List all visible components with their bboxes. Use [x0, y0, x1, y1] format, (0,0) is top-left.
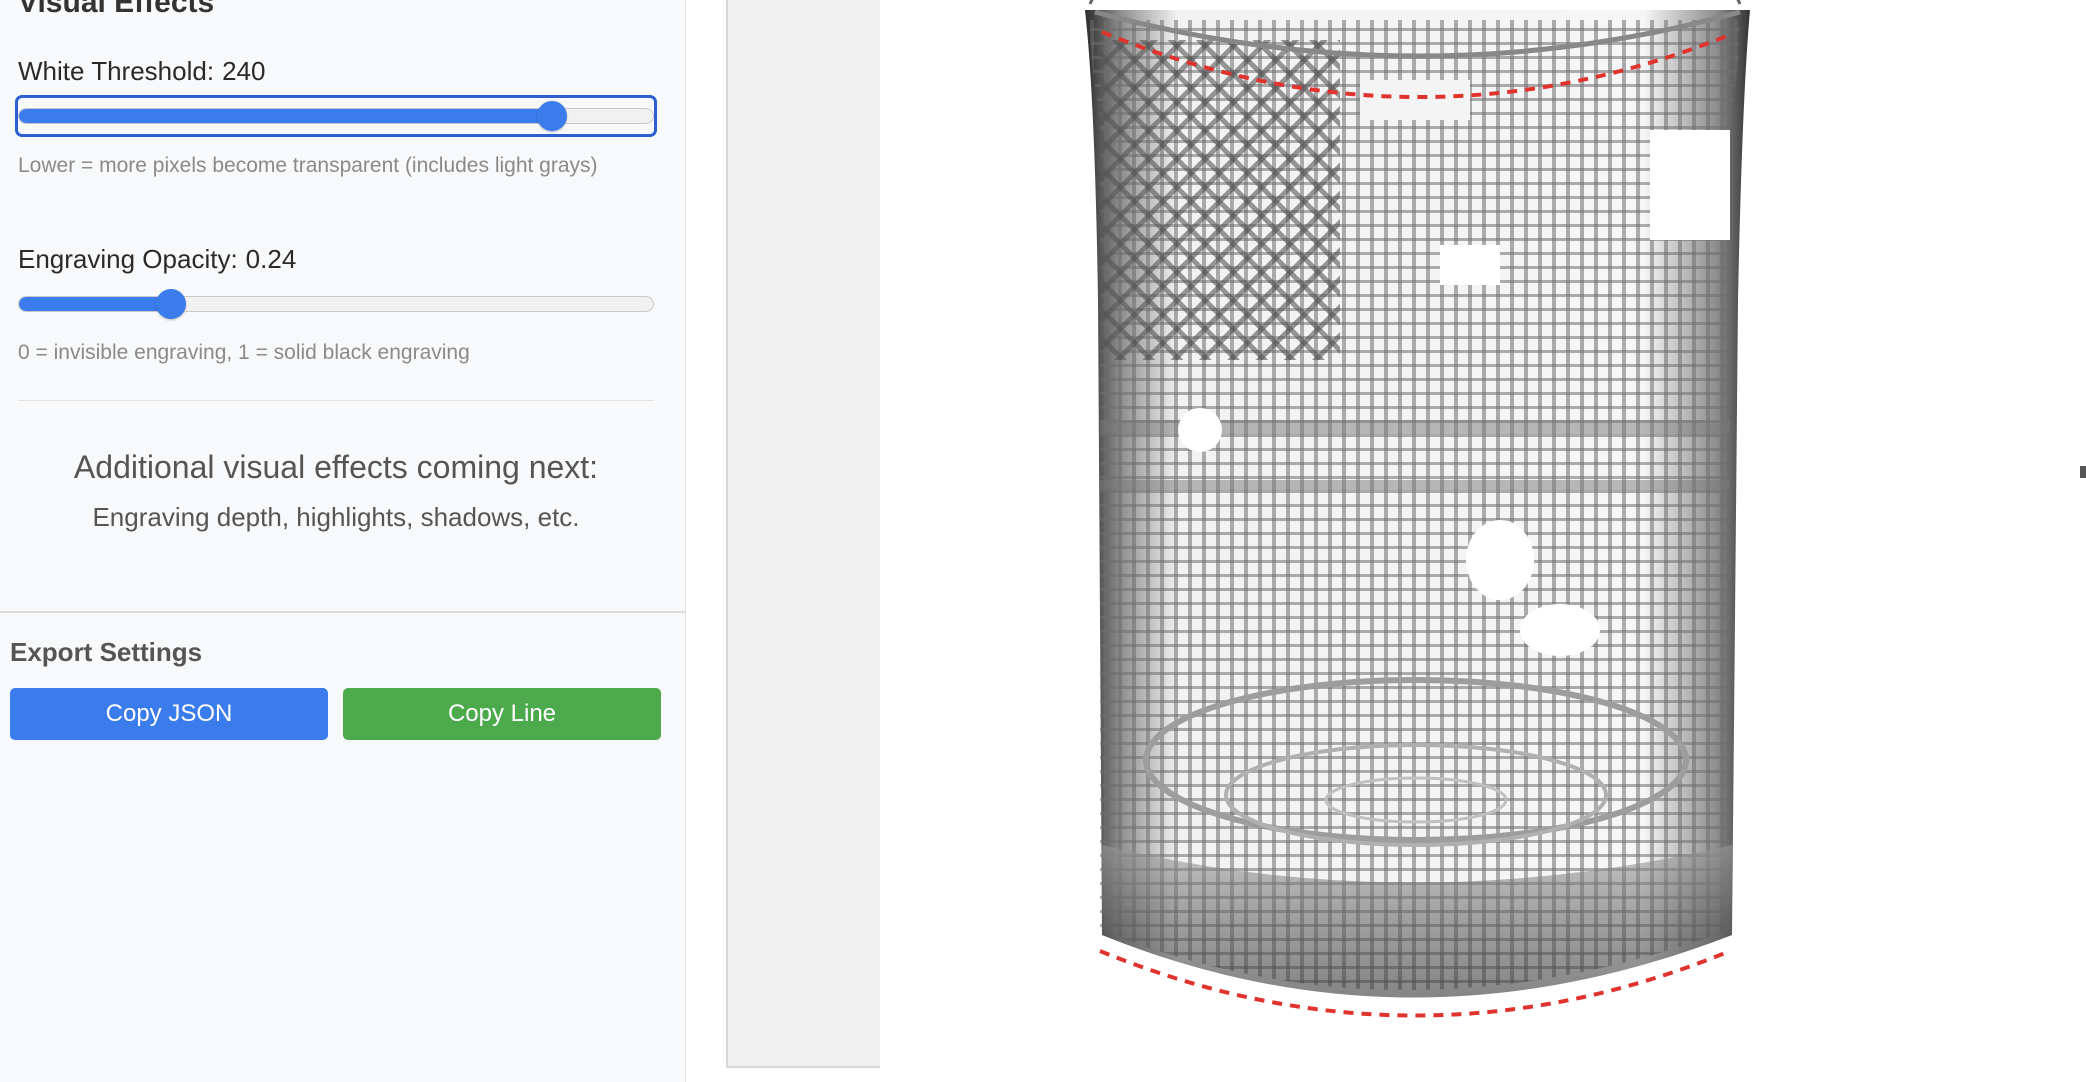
white-threshold-hint: Lower = more pixels become transparent (… — [18, 154, 598, 177]
white-threshold-slider[interactable] — [15, 95, 657, 137]
glass-body — [1085, 0, 1750, 998]
settings-panel: Visual Effects White Threshold: 240 Lower… — [0, 0, 686, 1082]
engraving-opacity-label-text: Engraving Opacity: — [18, 244, 238, 274]
white-threshold-thumb[interactable] — [537, 101, 568, 131]
white-threshold-value: 240 — [222, 56, 266, 86]
white-threshold-fill — [19, 109, 552, 123]
white-threshold-label: White Threshold: 240 — [18, 56, 265, 87]
copy-line-button[interactable]: Copy Line — [343, 688, 661, 740]
export-settings-heading: Export Settings — [10, 637, 203, 667]
panel-separator — [0, 611, 686, 613]
visual-effects-heading: Visual Effects — [18, 0, 215, 19]
engraving-opacity-hint: 0 = invisible engraving, 1 = solid black… — [18, 341, 470, 364]
section-divider — [18, 400, 654, 401]
copy-json-button[interactable]: Copy JSON — [10, 688, 328, 740]
engraving-opacity-label: Engraving Opacity: 0.24 — [18, 244, 296, 275]
preview-canvas[interactable] — [880, 0, 2086, 1068]
engraving-opacity-slider[interactable] — [18, 286, 654, 322]
coming-next-title: Additional visual effects coming next: — [73, 449, 599, 485]
engraving-opacity-track[interactable] — [18, 296, 654, 312]
engraving-opacity-fill — [19, 297, 172, 311]
engraving-opacity-value: 0.24 — [245, 244, 297, 274]
engraved-glass-preview — [1085, 0, 1750, 1018]
white-threshold-label-text: White Threshold: — [18, 56, 215, 86]
resize-handle-icon[interactable] — [2080, 466, 2086, 478]
coming-next-subtitle: Engraving depth, highlights, shadows, et… — [92, 502, 580, 532]
engraving-opacity-thumb[interactable] — [155, 289, 186, 319]
